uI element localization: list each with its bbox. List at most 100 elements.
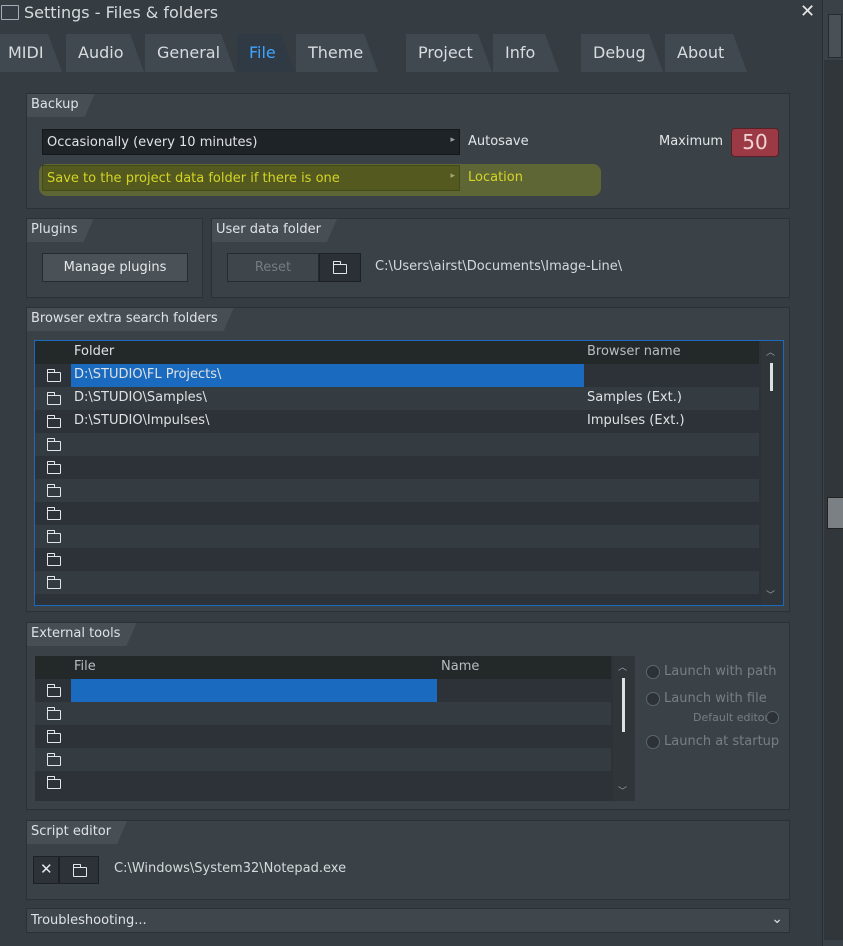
autosave-value: Occasionally (every 10 minutes) [47, 135, 258, 150]
default-editor-radio[interactable] [766, 711, 779, 724]
folder-path-cell[interactable]: D:\STUDIO\Impulses\ [74, 413, 209, 428]
tab-theme[interactable]: Theme [296, 34, 378, 72]
folder-icon[interactable] [46, 369, 61, 382]
table-row[interactable] [35, 502, 759, 525]
browser-folders-panel: Browser extra search folders Folder Brow… [26, 307, 790, 612]
folder-icon[interactable] [46, 415, 61, 428]
table-row[interactable] [35, 456, 759, 479]
browse-script-button[interactable] [59, 856, 99, 884]
location-value: Save to the project data folder if there… [47, 171, 340, 186]
scroll-thumb[interactable] [622, 678, 625, 732]
script-editor-panel: Script editor ✕ C:\Windows\System32\Note… [26, 820, 790, 900]
external-tools-title: External tools [27, 623, 136, 646]
folder-icon[interactable] [46, 576, 61, 589]
launch-with-path-label: Launch with path [664, 664, 777, 679]
table-row[interactable]: D:\STUDIO\Impulses\ Impulses (Ext.) [35, 410, 759, 433]
folder-icon[interactable] [46, 507, 61, 520]
scroll-thumb[interactable] [770, 363, 773, 391]
folder-icon[interactable] [46, 461, 61, 474]
launch-at-startup-label: Launch at startup [664, 734, 780, 749]
launch-with-path-radio[interactable] [646, 665, 660, 679]
tab-midi[interactable]: MIDI [0, 34, 62, 72]
location-label: Location [468, 170, 523, 185]
backup-panel: Backup Occasionally (every 10 minutes) ▸… [26, 93, 790, 209]
list-header: Folder Browser name [35, 341, 759, 364]
browser-name-cell[interactable]: Samples (Ext.) [587, 390, 682, 405]
browse-folder-button[interactable] [319, 253, 361, 282]
maximum-value-box[interactable]: 50 [731, 128, 779, 157]
table-row[interactable] [35, 479, 759, 502]
chevron-down-icon[interactable]: ⌄ [771, 911, 783, 927]
row-selection [71, 679, 437, 702]
folder-icon[interactable] [46, 753, 61, 766]
table-row[interactable]: D:\STUDIO\Samples\ Samples (Ext.) [35, 387, 759, 410]
browser-name-cell[interactable]: Impulses (Ext.) [587, 413, 685, 428]
list-scrollbar[interactable]: ︿ ﹀ [613, 656, 635, 801]
table-row[interactable] [35, 571, 759, 594]
folder-path-cell[interactable]: D:\STUDIO\FL Projects\ [74, 367, 221, 382]
table-row[interactable] [35, 702, 611, 725]
table-row[interactable]: D:\STUDIO\FL Projects\ [35, 364, 759, 387]
table-row[interactable] [35, 433, 759, 456]
launch-with-file-label: Launch with file [664, 691, 767, 706]
reset-button[interactable]: Reset [227, 253, 319, 282]
window-title: Settings - Files & folders [24, 3, 219, 22]
folder-icon[interactable] [46, 484, 61, 497]
folder-icon[interactable] [46, 684, 61, 697]
edge-button [828, 14, 842, 58]
user-data-title: User data folder [212, 219, 337, 242]
maximum-label: Maximum [659, 134, 724, 149]
folder-icon[interactable] [46, 776, 61, 789]
tab-info[interactable]: Info [493, 34, 559, 72]
table-row[interactable] [35, 548, 759, 571]
manage-plugins-button[interactable]: Manage plugins [42, 253, 188, 282]
clear-button[interactable]: ✕ [33, 856, 59, 884]
column-browser-name: Browser name [587, 344, 681, 359]
folder-icon[interactable] [46, 730, 61, 743]
folder-icon[interactable] [46, 392, 61, 405]
list-scrollbar[interactable]: ︿ ﹀ [761, 341, 783, 605]
edge-slider-handle [827, 497, 843, 529]
table-row[interactable] [35, 725, 611, 748]
tab-about[interactable]: About [665, 34, 747, 72]
tab-file[interactable]: File [237, 34, 295, 72]
table-row[interactable] [35, 679, 611, 702]
close-icon[interactable]: ✕ [800, 1, 815, 22]
column-folder: Folder [74, 344, 115, 359]
autosave-dropdown[interactable]: Occasionally (every 10 minutes) ▸ [42, 129, 460, 155]
plugins-title: Plugins [27, 219, 94, 242]
launch-at-startup-radio[interactable] [646, 735, 660, 749]
troubleshooting-section[interactable]: Troubleshooting... ⌄ [26, 908, 790, 933]
folder-icon[interactable] [46, 530, 61, 543]
backup-title: Backup [27, 94, 95, 117]
external-tools-list: File Name ︿ ﹀ [35, 656, 635, 801]
table-row[interactable] [35, 525, 759, 548]
chevron-down-icon[interactable]: ﹀ [766, 588, 775, 601]
folder-icon[interactable] [46, 438, 61, 451]
folder-path-cell[interactable]: D:\STUDIO\Samples\ [74, 390, 207, 405]
tab-general[interactable]: General [145, 34, 235, 72]
tab-project[interactable]: Project [406, 34, 492, 72]
browser-folders-list: Folder Browser name D:\STUDIO\FL Project… [34, 340, 784, 606]
default-editor-label: Default editor [693, 711, 770, 724]
folder-icon[interactable] [46, 553, 61, 566]
tab-audio[interactable]: Audio [66, 34, 144, 72]
side-panel-edge [822, 0, 843, 946]
table-row[interactable] [35, 748, 611, 771]
chevron-down-icon[interactable]: ﹀ [618, 784, 627, 797]
chevron-up-icon[interactable]: ︿ [618, 660, 627, 673]
folder-icon [1, 5, 19, 20]
troubleshooting-label: Troubleshooting... [31, 913, 147, 928]
tab-debug[interactable]: Debug [581, 34, 663, 72]
close-icon: ✕ [40, 860, 53, 878]
script-editor-path: C:\Windows\System32\Notepad.exe [114, 861, 347, 876]
user-data-panel: User data folder Reset C:\Users\airst\Do… [211, 218, 790, 298]
table-row[interactable] [35, 771, 611, 794]
launch-with-file-radio[interactable] [646, 692, 660, 706]
folder-icon[interactable] [46, 707, 61, 720]
chevron-right-icon: ▸ [450, 171, 455, 181]
chevron-up-icon[interactable]: ︿ [766, 345, 775, 358]
chevron-right-icon: ▸ [450, 135, 455, 145]
location-dropdown[interactable]: Save to the project data folder if there… [42, 165, 460, 191]
external-tools-panel: External tools File Name ︿ ﹀ Launch with… [26, 622, 790, 810]
